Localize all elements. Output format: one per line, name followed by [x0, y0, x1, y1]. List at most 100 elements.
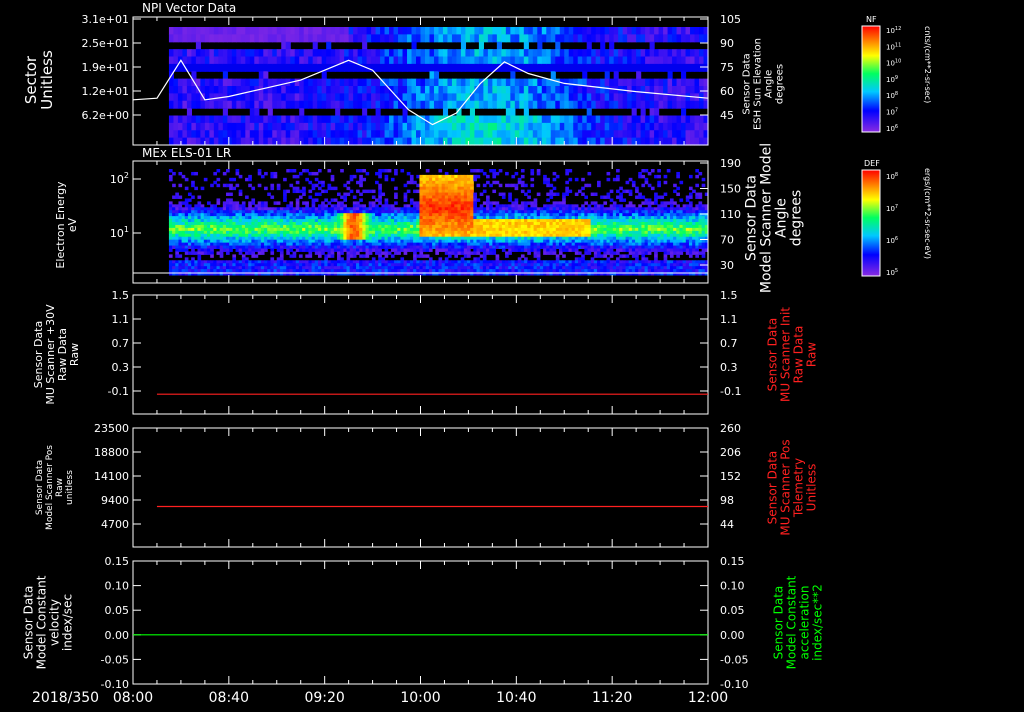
heatmap-cell: [368, 266, 373, 270]
heatmap-cell: [667, 130, 673, 139]
heatmap-cell: [326, 137, 332, 146]
heatmap-cell: [510, 130, 516, 139]
heatmap-cell: [473, 169, 478, 173]
heatmap-cell: [473, 260, 478, 264]
heatmap-cell: [573, 63, 579, 72]
heatmap-cell: [407, 100, 413, 109]
heatmap-cell: [219, 251, 224, 255]
heatmap-cell: [298, 222, 303, 226]
heatmap-cell: [321, 86, 327, 94]
heatmap-cell: [409, 233, 414, 238]
heatmap-cell: [295, 242, 300, 247]
heatmap-cell: [168, 78, 175, 87]
heatmap-cell: [352, 260, 357, 264]
heatmap-cell: [486, 204, 490, 208]
heatmap-cell: [527, 216, 531, 220]
heatmap-cell: [308, 207, 313, 211]
heatmap-cell: [425, 248, 430, 252]
heatmap-cell: [210, 236, 214, 241]
heatmap-cell: [460, 78, 467, 87]
heatmap-cell: [474, 93, 480, 102]
heatmap-cell: [492, 224, 497, 229]
heatmap-cell: [324, 254, 328, 258]
heatmap-cell: [295, 260, 300, 264]
heatmap-cell: [330, 93, 336, 102]
heatmap-cell: [346, 248, 351, 252]
heatmap-cell: [283, 222, 287, 226]
heatmap-cell: [505, 233, 509, 238]
heatmap-cell: [495, 180, 500, 185]
heatmap-cell: [232, 245, 237, 249]
heatmap-cell: [419, 186, 424, 191]
heatmap-cell: [178, 254, 183, 258]
heatmap-cell: [359, 177, 363, 182]
heatmap-cell: [339, 86, 345, 94]
heatmap-cell: [362, 27, 368, 35]
heatmap-cell: [533, 248, 538, 252]
heatmap-cell: [530, 260, 535, 264]
heatmap-cell: [303, 49, 309, 58]
heatmap-cell: [604, 93, 610, 102]
heatmap-cell: [685, 49, 691, 58]
heatmap-cell: [204, 34, 210, 43]
heatmap-cell: [425, 186, 430, 191]
heatmap-cell: [226, 236, 230, 241]
heatmap-cell: [438, 266, 443, 270]
heatmap-cell: [321, 260, 325, 264]
heatmap-cell: [336, 233, 341, 238]
heatmap-cell: [346, 227, 351, 232]
heatmap-cell: [349, 242, 354, 247]
heatmap-cell: [473, 266, 478, 270]
heatmap-cell: [460, 210, 465, 214]
heatmap-cell: [353, 93, 359, 102]
heatmap-cell: [273, 245, 278, 249]
heatmap-cell: [537, 27, 543, 35]
heatmap-cell: [184, 207, 189, 211]
heatmap-cell: [533, 251, 538, 255]
heatmap-cell: [416, 207, 420, 211]
heatmap-cell: [203, 242, 208, 247]
heatmap-cell: [549, 236, 554, 241]
heatmap-cell: [254, 122, 260, 131]
heatmap-cell: [343, 245, 348, 249]
heatmap-cell: [519, 137, 525, 146]
heatmap-cell: [555, 269, 560, 273]
heatmap-cell: [168, 230, 173, 235]
heatmap-cell: [398, 93, 404, 102]
heatmap-cell: [273, 216, 278, 220]
heatmap-cell: [428, 183, 433, 188]
heatmap-cell: [496, 49, 502, 58]
heatmap-cell: [581, 216, 585, 220]
heatmap-cell: [210, 230, 214, 235]
heatmap-cell: [498, 204, 503, 208]
heatmap-cell: [511, 201, 516, 205]
heatmap-cell: [210, 213, 214, 217]
heatmap-cell: [663, 130, 669, 139]
heatmap-cell: [227, 49, 233, 58]
heatmap-cell: [384, 236, 389, 241]
heatmap-cell: [565, 263, 569, 267]
heatmap-cell: [232, 186, 237, 191]
heatmap-cell: [636, 34, 642, 43]
heatmap-cell: [577, 115, 583, 124]
heatmap-cell: [238, 189, 243, 194]
heatmap-cell: [514, 213, 519, 217]
heatmap-cell: [394, 186, 398, 191]
heatmap-cell: [248, 216, 252, 220]
heatmap-cell: [186, 86, 192, 94]
heatmap-cell: [406, 222, 411, 226]
heatmap-cell: [302, 169, 306, 173]
heatmap-cell: [218, 27, 224, 35]
heatmap-cell: [336, 269, 341, 273]
heatmap-cell: [245, 213, 249, 217]
heatmap-cell: [359, 210, 363, 214]
heatmap-cell: [384, 177, 389, 182]
heatmap-cell: [302, 245, 306, 249]
heatmap-cell: [429, 137, 435, 146]
heatmap-cell: [276, 100, 282, 109]
heatmap-cell: [378, 239, 382, 244]
heatmap-cell: [483, 27, 489, 35]
heatmap-cell: [533, 224, 538, 229]
heatmap-cell: [273, 263, 278, 267]
heatmap-cell: [197, 219, 202, 223]
